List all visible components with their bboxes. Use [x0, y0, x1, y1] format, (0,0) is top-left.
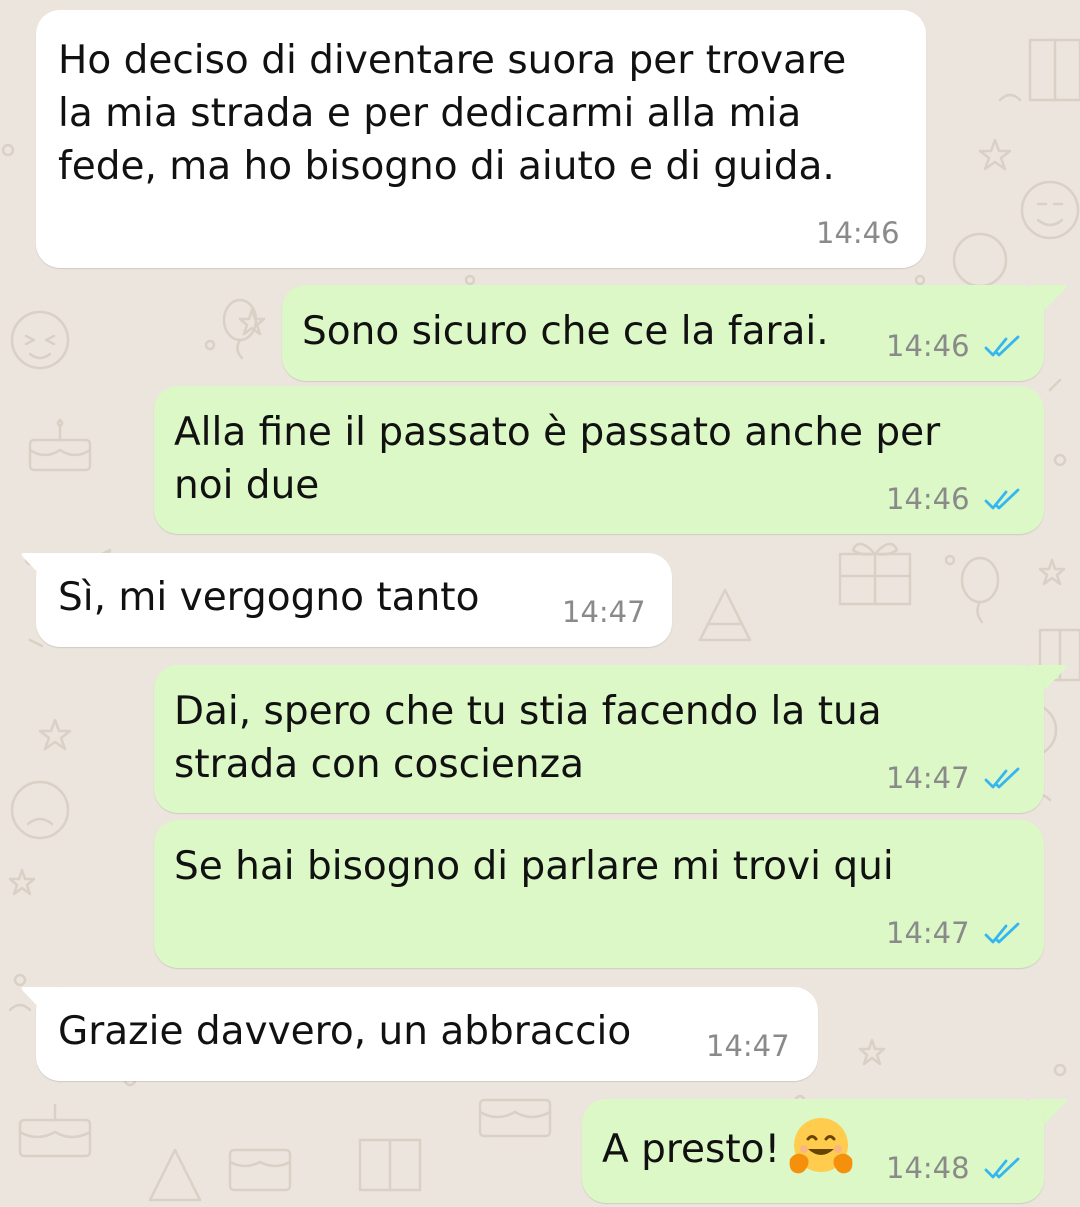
message-timestamp: 14:47: [886, 916, 970, 950]
message-text: A presto!: [602, 1127, 781, 1172]
message-bubble-outgoing[interactable]: Dai, spero che tu stia facendo la tua st…: [154, 665, 1044, 813]
message-text: Alla fine il passato è passato anche per: [174, 410, 941, 455]
message-bubble-outgoing[interactable]: Se hai bisogno di parlare mi trovi qui 1…: [154, 820, 1044, 968]
message-timestamp: 14:46: [816, 216, 900, 250]
message-text: la mia strada e per dedicarmi alla mia: [58, 91, 802, 136]
message-text: noi due: [174, 463, 320, 508]
message-timestamp: 14:47: [562, 595, 646, 629]
message-text: fede, ma ho bisogno di aiuto e di guida.: [58, 144, 835, 189]
message-text: Ho deciso di diventare suora per trovare: [58, 38, 847, 83]
read-receipt-icon: [984, 1157, 1020, 1179]
message-bubble-outgoing[interactable]: Alla fine il passato è passato anche per…: [154, 386, 1044, 534]
message-text: Sono sicuro che ce la farai.: [302, 309, 829, 354]
read-receipt-icon: [984, 767, 1020, 789]
message-timestamp: 14:46: [886, 329, 970, 363]
message-text: strada con coscienza: [174, 742, 584, 787]
message-timestamp: 14:48: [886, 1151, 970, 1185]
message-text: Dai, spero che tu stia facendo la tua: [174, 689, 882, 734]
message-bubble-incoming[interactable]: Sì, mi vergogno tanto 14:47: [36, 553, 672, 647]
message-bubble-incoming[interactable]: Grazie davvero, un abbraccio 14:47: [36, 987, 818, 1081]
message-bubble-outgoing[interactable]: A presto! 14:48: [582, 1099, 1044, 1203]
message-bubble-incoming[interactable]: Ho deciso di diventare suora per trovare…: [36, 10, 926, 268]
read-receipt-icon: [984, 335, 1020, 357]
message-text: Grazie davvero, un abbraccio: [58, 1009, 632, 1054]
message-bubble-outgoing[interactable]: Sono sicuro che ce la farai. 14:46: [282, 285, 1044, 381]
message-text: Se hai bisogno di parlare mi trovi qui: [174, 844, 894, 889]
message-timestamp: 14:47: [706, 1029, 790, 1063]
hugging-face-emoji: [789, 1118, 853, 1174]
read-receipt-icon: [984, 922, 1020, 944]
message-text: Sì, mi vergogno tanto: [58, 575, 480, 620]
message-timestamp: 14:47: [886, 761, 970, 795]
message-timestamp: 14:46: [886, 482, 970, 516]
read-receipt-icon: [984, 488, 1020, 510]
